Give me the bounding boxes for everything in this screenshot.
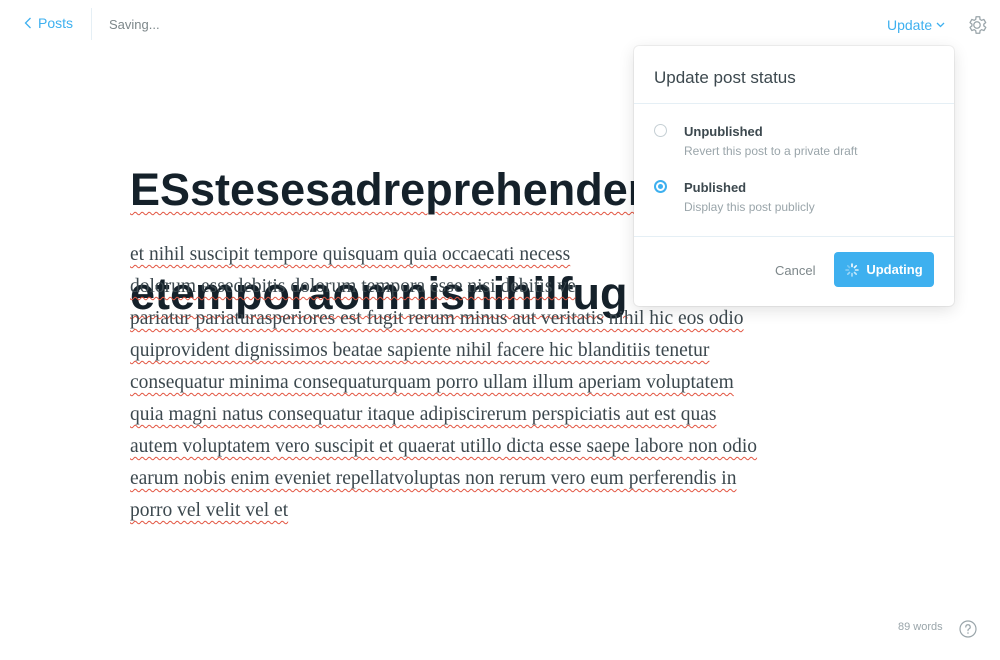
unpublished-radio[interactable]	[654, 124, 667, 137]
popover-divider	[634, 103, 954, 104]
option-description: Display this post publicly	[684, 200, 815, 214]
back-to-posts-link[interactable]: Posts	[24, 15, 73, 31]
chevron-left-icon	[24, 17, 31, 29]
updating-button[interactable]: Updating	[834, 252, 934, 287]
option-label: Unpublished	[684, 124, 763, 139]
post-body-line: porro vel velit vel et	[130, 500, 289, 521]
updating-label: Updating	[866, 262, 923, 277]
settings-button[interactable]	[966, 14, 988, 36]
popover-divider	[634, 236, 954, 237]
update-label: Update	[887, 17, 933, 33]
post-body-line: pariatur pariaturasperiores est fugit re…	[130, 308, 744, 329]
published-radio[interactable]	[654, 180, 667, 193]
post-body-line: autem voluptatem vero suscipit et quaera…	[130, 436, 758, 457]
gear-icon	[969, 16, 987, 34]
post-body-line: earum nobis enim eveniet repellatvolupta…	[130, 468, 737, 489]
spinner-icon	[845, 262, 860, 277]
save-status: Saving...	[109, 17, 160, 32]
cancel-button[interactable]: Cancel	[775, 263, 815, 278]
post-body-line: consequatur minima consequaturquam porro…	[130, 372, 734, 393]
topbar-divider	[91, 8, 92, 40]
update-dropdown-trigger[interactable]: Update	[887, 17, 945, 33]
popover-title: Update post status	[654, 68, 796, 87]
update-status-popover: Update post status Unpublished Revert th…	[634, 46, 954, 306]
post-title-line: ESstesesadreprehender	[130, 164, 646, 215]
option-label: Published	[684, 180, 747, 195]
post-body-line: quiprovident dignissimos beatae sapiente…	[130, 340, 710, 361]
help-button[interactable]	[959, 620, 977, 638]
option-description: Revert this post to a private draft	[684, 144, 858, 158]
post-body-line: quia magni natus consequatur itaque adip…	[130, 404, 717, 425]
back-link-label: Posts	[38, 15, 74, 31]
word-count: 89 words	[898, 621, 943, 633]
chevron-down-icon	[936, 22, 945, 28]
question-circle-icon	[959, 620, 977, 638]
